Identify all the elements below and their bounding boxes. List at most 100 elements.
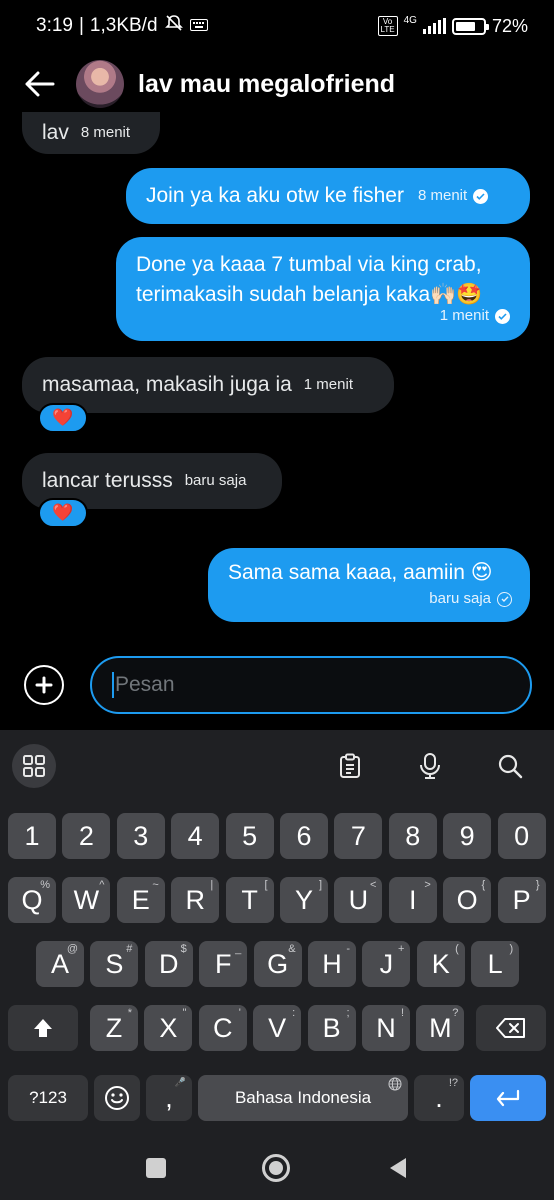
key-label: Z: [105, 1012, 123, 1043]
key-y[interactable]: ] Y: [280, 877, 328, 923]
key-4[interactable]: 4: [171, 813, 220, 859]
keyboard-apps-button[interactable]: [12, 744, 56, 788]
keyboard-indicator-icon: [189, 15, 208, 37]
chat-title[interactable]: lav mau megalofriend: [138, 70, 395, 99]
keyboard-search-button[interactable]: [488, 744, 532, 788]
key-label: 6: [296, 820, 312, 851]
mute-notifications-icon: [164, 13, 184, 39]
message-text-line: terimakasih sudah belanja kaka: [136, 283, 431, 306]
key-o[interactable]: {O: [443, 877, 492, 923]
heart-icon: ❤️: [52, 503, 74, 522]
backspace-icon: [496, 1018, 525, 1038]
message-text-line: Done ya kaaa 7 tumbal via king crab,: [136, 253, 482, 276]
key-label: L: [487, 948, 503, 979]
comma-key[interactable]: 🎤 ,: [146, 1075, 192, 1121]
emoji-key[interactable]: [94, 1075, 140, 1121]
key-5[interactable]: 5: [225, 813, 274, 859]
key-2[interactable]: 2: [62, 813, 111, 859]
message-bubble-outgoing[interactable]: Done ya kaaa 7 tumbal via king crab, ter…: [116, 237, 530, 341]
key-u[interactable]: < U: [334, 877, 383, 923]
key-label: H: [322, 948, 342, 979]
key-i[interactable]: > I: [388, 877, 437, 923]
avatar[interactable]: [76, 60, 124, 108]
key-c[interactable]: ' C: [198, 1005, 247, 1051]
text-caret: [112, 672, 114, 698]
key-6[interactable]: 6: [280, 813, 328, 859]
reaction-badge[interactable]: ❤️: [38, 498, 88, 528]
key-f[interactable]: _ F: [199, 941, 248, 987]
plus-icon: [35, 676, 53, 694]
key-hint: ): [509, 943, 514, 955]
key-l[interactable]: ) L: [471, 941, 520, 987]
key-r[interactable]: | R: [171, 877, 220, 923]
key-v[interactable]: :V: [253, 1005, 302, 1051]
key-label: I: [409, 884, 417, 915]
message-composer: Pesan: [0, 640, 554, 730]
network-type: 4G: [403, 14, 417, 26]
key-0[interactable]: 0: [497, 813, 546, 859]
key-7[interactable]: 7: [334, 813, 383, 859]
add-media-button[interactable]: [24, 665, 64, 705]
key-hint: ;: [346, 1007, 350, 1019]
key-hint: +: [397, 943, 405, 955]
back-nav-button[interactable]: [388, 1156, 408, 1185]
grid-icon: [23, 755, 45, 777]
key-z[interactable]: * Z: [90, 1005, 138, 1051]
key-9[interactable]: 9: [443, 813, 492, 859]
key-h[interactable]: -H: [308, 941, 356, 987]
key-k[interactable]: (K: [416, 941, 465, 987]
key-hint: >: [424, 879, 431, 891]
message-bubble-incoming[interactable]: lav 8 menit: [22, 112, 160, 154]
key-label: S: [105, 948, 124, 979]
key-a[interactable]: @ A: [36, 941, 84, 987]
message-time: 8 menit: [417, 187, 468, 204]
key-3[interactable]: 3: [116, 813, 165, 859]
message-input[interactable]: Pesan: [90, 656, 532, 714]
key-n[interactable]: ! N: [362, 1005, 410, 1051]
key-b[interactable]: ; B: [307, 1005, 356, 1051]
key-t[interactable]: [T: [225, 877, 274, 923]
key-j[interactable]: + J: [362, 941, 411, 987]
back-button[interactable]: [22, 66, 58, 102]
clipboard-button[interactable]: [328, 744, 372, 788]
key-x[interactable]: " X: [144, 1005, 193, 1051]
search-icon: [498, 754, 523, 779]
shift-key[interactable]: [8, 1005, 78, 1051]
shift-arrow-icon: [34, 1019, 52, 1037]
message-text: lav: [42, 121, 69, 144]
key-p[interactable]: } P: [497, 877, 546, 923]
key-hint: {: [481, 879, 486, 891]
key-label: 8: [405, 820, 421, 851]
message-bubble-outgoing[interactable]: Sama sama kaaa, aamiin 😍 baru saja: [208, 548, 530, 622]
key-g[interactable]: & G: [253, 941, 302, 987]
period-key[interactable]: !? .: [414, 1075, 464, 1121]
key-s[interactable]: # S: [90, 941, 139, 987]
key-label: N: [376, 1012, 396, 1043]
key-d[interactable]: $ D: [144, 941, 193, 987]
key-q[interactable]: % Q: [8, 877, 56, 923]
key-label: V: [268, 1012, 287, 1043]
key-hint: &: [288, 943, 296, 955]
keyboard: ?123 🎤 , Bahasa Indonesia !? . 1 2 3 4 5 6 7 8 9…: [0, 730, 554, 1200]
key-8[interactable]: 8: [388, 813, 437, 859]
key-label: R: [185, 884, 205, 915]
key-label: K: [431, 948, 450, 979]
key-e[interactable]: ~ E: [116, 877, 165, 923]
message-bubble-outgoing[interactable]: Join ya ka aku otw ke fisher 8 menit: [126, 168, 530, 224]
emoji: 😍: [470, 561, 493, 584]
key-hint: [: [264, 879, 268, 891]
key-w[interactable]: ^ W: [62, 877, 111, 923]
message-list[interactable]: lav 8 menit Join ya ka aku otw ke fisher…: [0, 112, 554, 640]
voice-input-button[interactable]: [408, 744, 452, 788]
enter-key[interactable]: [470, 1075, 546, 1121]
space-key[interactable]: Bahasa Indonesia: [198, 1075, 408, 1121]
symbols-key[interactable]: ?123: [8, 1075, 88, 1121]
home-button[interactable]: [262, 1154, 290, 1182]
key-label: 1: [24, 820, 40, 851]
recents-button[interactable]: [146, 1158, 166, 1178]
key-1[interactable]: 1: [8, 813, 56, 859]
key-m[interactable]: ? M: [416, 1005, 465, 1051]
backspace-key[interactable]: [476, 1005, 546, 1051]
reaction-badge[interactable]: ❤️: [38, 403, 88, 433]
system-nav-bar: [0, 1138, 554, 1200]
